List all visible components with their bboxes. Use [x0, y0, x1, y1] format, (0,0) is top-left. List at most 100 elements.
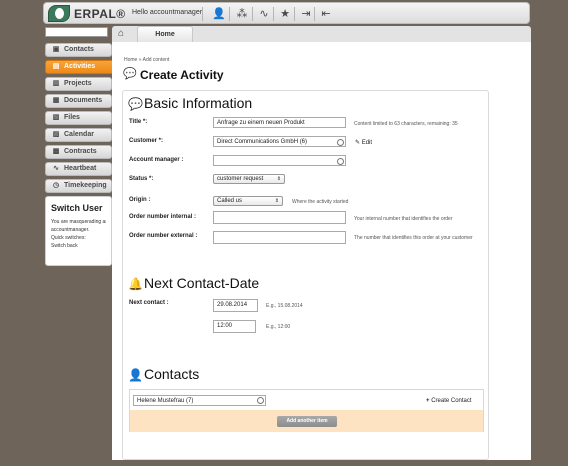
status-select[interactable]: customer request ⇕	[213, 174, 285, 184]
heartbeat-icon: ∿	[53, 165, 59, 172]
sidebar-item-label: Calendar	[64, 131, 94, 138]
origin-select-value: Called us	[217, 198, 243, 204]
search-input[interactable]	[45, 27, 108, 37]
switch-user-title: Switch User	[51, 203, 103, 213]
chevron-down-icon: ⇕	[274, 198, 279, 204]
order-external-hint: The number that identifies this order at…	[354, 235, 473, 241]
home-icon[interactable]: ⌂	[118, 28, 130, 40]
separator	[314, 7, 315, 21]
sidebar-item-timekeeping[interactable]: ◷ Timekeeping	[45, 179, 112, 193]
separator	[273, 7, 274, 21]
person-icon: 👤	[128, 368, 143, 382]
tab-home[interactable]: Home	[137, 26, 193, 42]
create-contact-link[interactable]: + Create Contact	[426, 398, 472, 404]
bell-icon: 🔔	[128, 277, 143, 291]
login-icon[interactable]: ⇥	[298, 6, 314, 22]
switch-back-link[interactable]: Switch back	[51, 242, 106, 250]
separator	[202, 7, 203, 21]
timekeeping-icon: ◷	[52, 182, 60, 189]
sidebar-item-label: Documents	[64, 97, 103, 104]
contracts-icon: ▩	[52, 148, 60, 155]
next-contact-time-field[interactable]: 12:00	[213, 320, 256, 333]
sidebar-item-label: Contracts	[64, 148, 97, 155]
sidebar-item-label: Contacts	[64, 46, 94, 53]
create-contact-label: Create Contact	[431, 398, 472, 404]
next-contact-heading-text: Next Contact-Date	[144, 275, 260, 291]
erpal-logo-icon	[48, 5, 70, 22]
table-row: Add another item	[130, 410, 483, 432]
sidebar-item-heartbeat[interactable]: ∿ Heartbeat	[45, 162, 112, 176]
edit-label: Edit	[361, 140, 373, 146]
separator	[229, 7, 230, 21]
separator	[252, 7, 253, 21]
sidebar-item-projects[interactable]: ▥ Projects	[45, 77, 112, 91]
origin-hint: Where the activity started	[292, 199, 349, 205]
origin-select[interactable]: Called us ⇕	[213, 196, 283, 206]
origin-label: Origin :	[129, 197, 151, 203]
documents-icon: ▦	[52, 97, 60, 104]
masquerade-user: accountmanager.	[51, 227, 90, 233]
sidebar-item-calendar[interactable]: ▨ Calendar	[45, 128, 112, 142]
sidebar-item-contracts[interactable]: ▩ Contracts	[45, 145, 112, 159]
plus-icon: +	[426, 398, 430, 404]
projects-icon: ▥	[52, 80, 60, 87]
sidebar-item-contacts[interactable]: ▣ Contacts	[45, 43, 112, 57]
date-hint: E.g., 15.08.2014	[266, 303, 303, 309]
page-title: Create Activity	[140, 68, 224, 82]
customer-field[interactable]: Direct Communications GmbH (6)	[213, 136, 346, 147]
activities-icon: ▤	[52, 63, 60, 70]
calendar-icon: ▨	[52, 131, 60, 138]
next-contact-date-field[interactable]: 29.08.2014	[213, 299, 258, 312]
greeting-text: Hello accountmanager	[132, 9, 203, 16]
order-external-field[interactable]	[213, 231, 346, 244]
sidebar-item-label: Files	[64, 114, 80, 121]
account-manager-field[interactable]	[213, 155, 346, 166]
add-another-item-button[interactable]: Add another item	[277, 416, 337, 427]
status-label: Status *:	[129, 176, 154, 182]
sidebar-item-label: Heartbeat	[64, 165, 97, 172]
customer-field-value: Direct Communications GmbH (6)	[217, 139, 308, 145]
switch-user-block: Switch User You are masquerading as acco…	[45, 196, 112, 266]
chat-icon: 💬	[128, 97, 143, 111]
contact-field[interactable]: Helene Mustefrau (7)	[133, 395, 266, 406]
customer-label: Customer *:	[129, 138, 164, 144]
next-contact-label: Next contact :	[129, 300, 169, 306]
contact-field-value: Helene Mustefrau (7)	[137, 398, 194, 404]
logout-icon[interactable]: ⇤	[318, 6, 334, 22]
top-bar: ERPAL® Hello accountmanager 👤 ⁂ ∿ ★ ⇥ ⇤	[43, 2, 530, 24]
title-field[interactable]: Anfrage zu einem neuen Produkt	[213, 117, 346, 128]
heartbeat-icon[interactable]: ∿	[256, 6, 272, 22]
table-row: Helene Mustefrau (7) + Create Contact	[130, 390, 483, 410]
contacts-table: Helene Mustefrau (7) + Create Contact Ad…	[129, 389, 484, 432]
time-hint: E.g., 12:00	[266, 324, 291, 330]
status-select-value: customer request	[217, 176, 264, 182]
user-icon[interactable]: 👤	[211, 6, 227, 22]
autocomplete-icon	[257, 397, 264, 404]
order-internal-field[interactable]	[213, 211, 346, 224]
sidebar-item-label: Timekeeping	[64, 182, 107, 189]
title-label: Title *:	[129, 119, 148, 125]
contacts-icon: ▣	[52, 46, 60, 53]
files-icon: ▧	[52, 114, 60, 121]
separator	[294, 7, 295, 21]
star-icon[interactable]: ★	[277, 6, 293, 22]
sidebar-item-label: Projects	[64, 80, 92, 87]
sidebar-item-files[interactable]: ▧ Files	[45, 111, 112, 125]
autocomplete-icon	[337, 158, 344, 165]
sidebar-item-documents[interactable]: ▦ Documents	[45, 94, 112, 108]
autocomplete-icon	[337, 139, 344, 146]
chevron-down-icon: ⇕	[276, 176, 281, 182]
masquerade-text: You are masquerading as	[51, 219, 106, 225]
order-external-label: Order number external :	[129, 233, 198, 239]
contacts-heading-text: Contacts	[144, 366, 200, 382]
breadcrumb: Home » Add content	[124, 57, 170, 63]
sidebar-item-label: Activities	[64, 63, 96, 70]
order-internal-label: Order number internal :	[129, 214, 197, 220]
network-icon[interactable]: ⁂	[234, 6, 250, 22]
basic-information-heading: 💬Basic Information	[128, 95, 252, 111]
edit-customer-link[interactable]: ✎ Edit	[355, 139, 372, 146]
sidebar-item-activities[interactable]: ▤ Activities	[45, 60, 115, 74]
title-hint: Content limited to 63 characters, remain…	[354, 121, 458, 127]
logo-text: ERPAL®	[74, 7, 126, 21]
order-internal-hint: Your internal number that identifies the…	[354, 216, 453, 222]
